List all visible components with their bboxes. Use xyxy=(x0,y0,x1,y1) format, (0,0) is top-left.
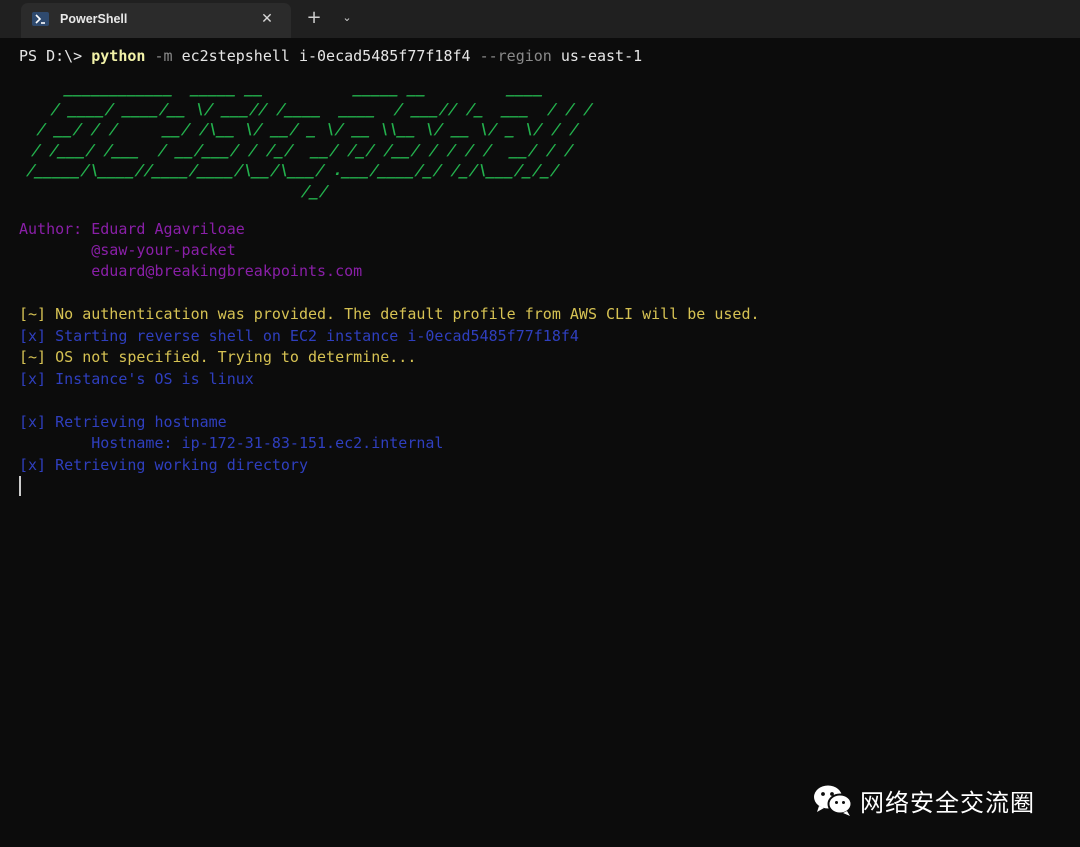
author-name: Eduard Agavriloae xyxy=(91,220,245,238)
command-module: ec2stepshell i-0ecad5485f77f18f4 xyxy=(181,47,480,65)
watermark: 网络安全交流圈 xyxy=(812,780,1035,820)
command-line: PS D:\> python -m ec2stepshell i-0ecad54… xyxy=(19,46,642,67)
prompt: PS D:\> xyxy=(19,47,92,65)
log-line: [x] Retrieving working directory xyxy=(19,456,308,474)
ascii-banner: ____________ _____ __ _____ __ ____ / __… xyxy=(19,79,596,200)
text-cursor xyxy=(19,476,21,496)
command-region-flag: --region xyxy=(479,47,561,65)
author-label: Author: xyxy=(19,220,92,238)
author-handle: @saw-your-packet xyxy=(19,241,236,259)
watermark-text: 网络安全交流圈 xyxy=(860,788,1035,817)
terminal-output[interactable]: PS D:\> python -m ec2stepshell i-0ecad54… xyxy=(0,38,1080,847)
powershell-icon xyxy=(32,12,49,26)
new-tab-button[interactable]: + xyxy=(303,7,325,29)
log-line: [x] Retrieving hostname xyxy=(19,413,227,431)
wechat-icon xyxy=(814,785,853,816)
log-line: [~] No authentication was provided. The … xyxy=(19,305,760,323)
tab-title: PowerShell xyxy=(60,12,128,26)
tab-powershell[interactable]: PowerShell ✕ xyxy=(21,3,291,38)
command-region: us-east-1 xyxy=(560,47,643,65)
author-line: Author: Eduard Agavriloae xyxy=(19,219,245,240)
command-program: python xyxy=(91,47,146,65)
log-line: [x] Instance's OS is linux xyxy=(19,370,254,388)
tab-bar: PowerShell ✕ + ⌄ xyxy=(0,0,1080,38)
terminal-window: PowerShell ✕ + ⌄ PS D:\> python -m ec2st… xyxy=(0,0,1080,847)
close-tab-button[interactable]: ✕ xyxy=(257,8,277,30)
command-flag: -m xyxy=(145,47,182,65)
author-email: eduard@breakingbreakpoints.com xyxy=(19,262,363,280)
chevron-down-icon[interactable]: ⌄ xyxy=(337,7,357,29)
log-line: [x] Starting reverse shell on EC2 instan… xyxy=(19,327,579,345)
log-line: Hostname: ip-172-31-83-151.ec2.internal xyxy=(19,434,444,452)
log-line: [~] OS not specified. Trying to determin… xyxy=(19,348,417,366)
